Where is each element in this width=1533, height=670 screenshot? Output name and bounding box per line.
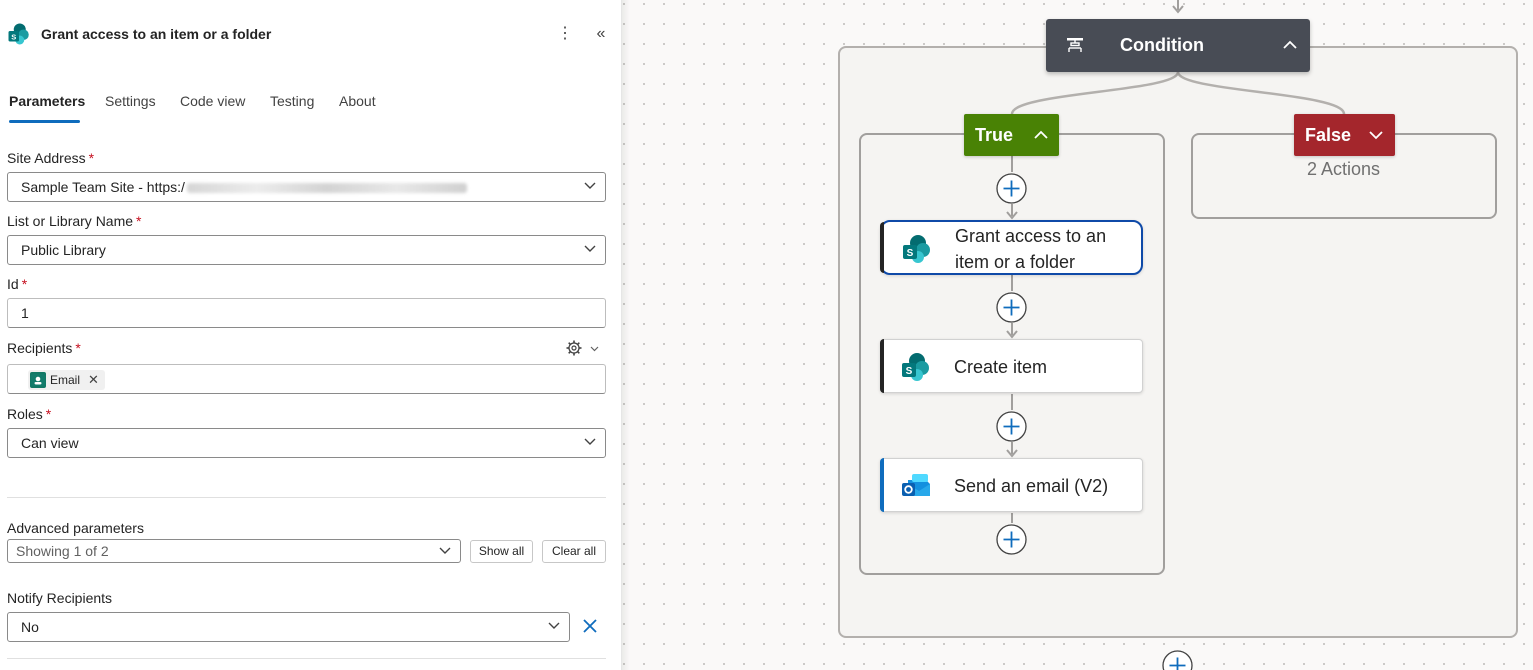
add-action-button[interactable]	[996, 411, 1027, 442]
condition-title: Condition	[1120, 35, 1204, 55]
action-card-send-email[interactable]: Send an email (V2)	[880, 458, 1143, 512]
add-action-button[interactable]	[996, 173, 1027, 204]
list-name-dropdown[interactable]: Public Library	[7, 235, 606, 265]
action-details-panel: S Grant access to an item or a folder ⋮ …	[0, 0, 622, 670]
clear-all-button[interactable]: Clear all	[542, 540, 606, 563]
tab-code-view[interactable]: Code view	[180, 93, 245, 109]
tab-about[interactable]: About	[339, 93, 376, 109]
sharepoint-icon: S	[8, 23, 29, 45]
more-options-icon[interactable]: ⋮	[556, 24, 574, 44]
tab-settings[interactable]: Settings	[105, 93, 156, 109]
recipient-token-label: Email	[50, 373, 81, 387]
action-card-title: Grant access to an item or a folder	[955, 226, 1107, 272]
site-address-value: Sample Team Site - https:/	[21, 179, 185, 195]
outlook-icon	[902, 474, 930, 496]
id-input[interactable]: 1	[7, 298, 606, 328]
svg-text:S: S	[907, 248, 914, 259]
chevron-up-icon[interactable]	[1282, 37, 1298, 53]
recipient-token[interactable]: Email ✕	[28, 370, 105, 390]
chevron-down-icon[interactable]	[1368, 127, 1384, 143]
recipients-input[interactable]: Email ✕	[7, 364, 606, 394]
sharepoint-icon: S	[903, 235, 930, 263]
active-tab-indicator	[9, 120, 80, 123]
office365-users-icon	[30, 372, 46, 388]
add-action-button[interactable]	[1162, 650, 1193, 670]
notify-recipients-dropdown[interactable]: No	[7, 612, 570, 642]
roles-value: Can view	[21, 435, 79, 451]
redacted-url	[186, 183, 467, 194]
svg-text:S: S	[906, 366, 913, 377]
panel-tabs: Parameters Settings Code view Testing Ab…	[0, 90, 621, 124]
false-branch-label: False	[1305, 125, 1352, 145]
chevron-down-icon	[439, 547, 451, 554]
add-action-button[interactable]	[996, 292, 1027, 323]
recipients-settings-button[interactable]	[564, 339, 604, 359]
notify-recipients-value: No	[21, 619, 39, 635]
add-action-button[interactable]	[996, 524, 1027, 555]
site-address-label: Site Address *	[7, 150, 95, 166]
recipients-label: Recipients *	[7, 340, 81, 356]
list-name-label: List or Library Name *	[7, 213, 142, 229]
show-all-button[interactable]: Show all	[470, 540, 533, 563]
roles-dropdown[interactable]: Can view	[7, 428, 606, 458]
tab-testing[interactable]: Testing	[270, 93, 314, 109]
list-name-value: Public Library	[21, 242, 106, 258]
true-branch-header[interactable]: True	[964, 114, 1059, 156]
remove-parameter-icon[interactable]	[580, 616, 600, 636]
card-accent-bar	[880, 339, 884, 393]
collapse-panel-icon[interactable]: «	[592, 24, 610, 44]
action-card-grant-access[interactable]: S Grant access to an item or a folder	[880, 220, 1143, 275]
advanced-parameters-dropdown[interactable]: Showing 1 of 2	[7, 539, 461, 563]
chevron-down-icon	[584, 182, 596, 189]
roles-label: Roles *	[7, 406, 52, 422]
card-accent-bar	[880, 458, 884, 512]
chevron-down-icon	[584, 438, 596, 445]
panel-shadow	[622, 0, 630, 670]
panel-title: Grant access to an item or a folder	[41, 26, 272, 42]
svg-text:S: S	[11, 32, 16, 41]
section-divider	[7, 658, 606, 659]
section-divider	[7, 497, 606, 498]
condition-action-header[interactable]: Condition	[1046, 19, 1310, 72]
id-value: 1	[21, 305, 29, 321]
site-address-dropdown[interactable]: Sample Team Site - https:/	[7, 172, 606, 202]
panel-header: S Grant access to an item or a folder ⋮ …	[0, 0, 621, 68]
false-branch-actions-count[interactable]: 2 Actions	[1307, 159, 1380, 180]
condition-icon	[1067, 38, 1083, 52]
action-card-title: Send an email (V2)	[954, 476, 1109, 496]
card-accent-bar	[880, 222, 884, 273]
remove-token-icon[interactable]: ✕	[88, 370, 99, 390]
advanced-parameters-value: Showing 1 of 2	[16, 543, 109, 559]
chevron-down-icon	[584, 245, 596, 252]
action-card-create-item[interactable]: S Create item	[880, 339, 1143, 393]
gear-icon	[566, 340, 599, 356]
id-label: Id *	[7, 276, 28, 292]
false-branch-header[interactable]: False	[1294, 114, 1395, 156]
notify-recipients-label: Notify Recipients	[7, 590, 113, 606]
tab-parameters[interactable]: Parameters	[9, 93, 85, 109]
chevron-down-icon	[548, 622, 560, 629]
sharepoint-icon: S	[902, 353, 929, 381]
action-card-title: Create item	[954, 357, 1048, 377]
advanced-parameters-label: Advanced parameters	[7, 520, 144, 536]
true-branch-label: True	[975, 125, 1014, 145]
chevron-up-icon[interactable]	[1033, 127, 1049, 143]
